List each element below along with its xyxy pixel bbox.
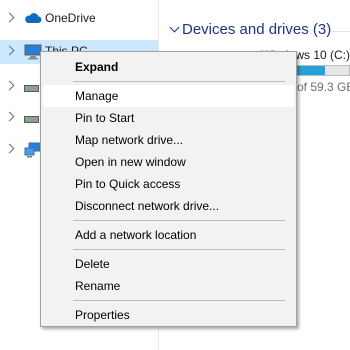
chevron-right-icon[interactable] <box>4 12 15 23</box>
group-header[interactable]: Devices and drives (3) <box>182 21 331 38</box>
chevron-right-icon[interactable] <box>4 80 15 91</box>
group-divider <box>331 31 350 32</box>
drive-usage-bar <box>294 65 350 76</box>
chevron-right-icon[interactable] <box>4 111 15 122</box>
nav-item-onedrive[interactable]: OneDrive <box>0 7 158 31</box>
menu-separator <box>73 81 285 82</box>
menu-item-pin-quick-access[interactable]: Pin to Quick access <box>43 173 294 195</box>
menu-separator <box>73 220 285 221</box>
menu-item-map-network-drive[interactable]: Map network drive... <box>43 129 294 151</box>
menu-item-properties[interactable]: Properties <box>43 304 294 326</box>
chevron-right-icon[interactable] <box>4 45 15 56</box>
nav-item-label: OneDrive <box>45 11 96 25</box>
chevron-down-icon[interactable] <box>169 22 180 33</box>
menu-item-rename[interactable]: Rename <box>43 275 294 297</box>
drive-icon <box>24 112 40 130</box>
drive-icon <box>24 81 40 99</box>
menu-item-manage[interactable]: Manage <box>43 85 294 107</box>
drive-free-space: of 59.3 GB <box>297 80 350 94</box>
menu-item-pin-to-start[interactable]: Pin to Start <box>43 107 294 129</box>
menu-separator <box>73 300 285 301</box>
menu-item-expand[interactable]: Expand <box>43 56 294 78</box>
menu-item-open-new-window[interactable]: Open in new window <box>43 151 294 173</box>
cloud-icon <box>24 11 42 30</box>
chevron-right-icon[interactable] <box>4 143 15 154</box>
drive-usage-fill <box>295 66 325 75</box>
context-menu: Expand Manage Pin to Start Map network d… <box>40 51 297 327</box>
file-explorer-window: OneDrive This PC <box>0 0 350 350</box>
menu-item-add-network-location[interactable]: Add a network location <box>43 224 294 246</box>
menu-separator <box>73 249 285 250</box>
menu-item-delete[interactable]: Delete <box>43 253 294 275</box>
folder-icon <box>185 0 211 8</box>
menu-item-disconnect-network-drive[interactable]: Disconnect network drive... <box>43 195 294 217</box>
